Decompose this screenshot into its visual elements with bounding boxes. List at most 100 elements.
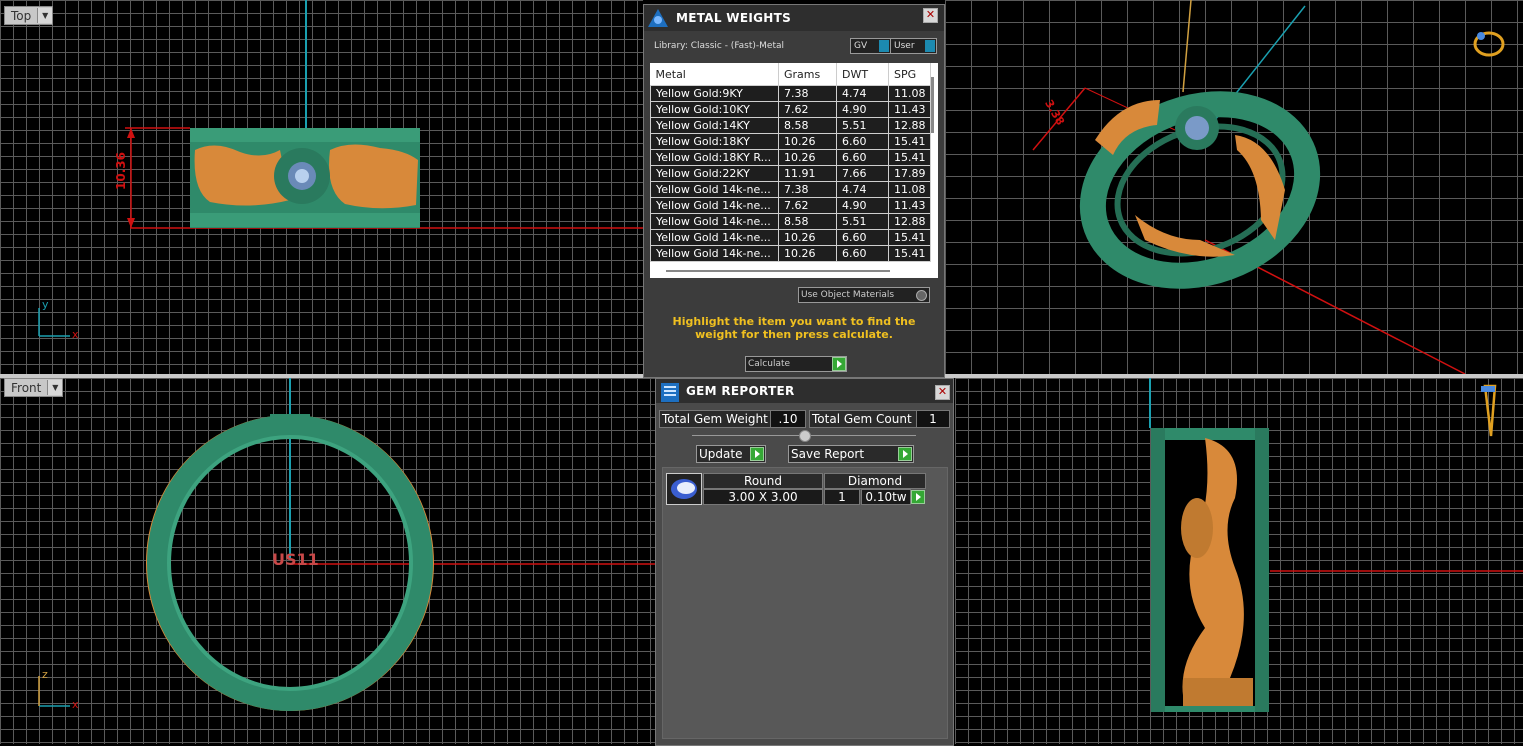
table-row[interactable]: Yellow Gold:22KY 11.91 7.66 17.89 xyxy=(650,165,931,182)
panel-title: GEM REPORTER xyxy=(686,384,795,398)
gem-type: Diamond xyxy=(824,473,926,489)
table-row[interactable]: Yellow Gold 14k-ne... 8.58 5.51 12.88 xyxy=(650,213,931,230)
gem-list-item[interactable]: Round Diamond 3.00 X 3.00 1 0.10tw xyxy=(666,472,926,506)
table-cell: 7.38 xyxy=(778,181,837,198)
total-gem-weight-value: .10 xyxy=(770,410,806,428)
table-cell: 10.26 xyxy=(778,229,837,246)
table-cell: 11.91 xyxy=(778,165,837,182)
axis-x-label: x xyxy=(72,328,79,341)
table-cell: 4.74 xyxy=(836,85,889,102)
use-object-materials-label: Use Object Materials xyxy=(801,290,895,300)
horizontal-scrollbar[interactable] xyxy=(666,270,890,272)
table-row[interactable]: Yellow Gold:14KY 8.58 5.51 12.88 xyxy=(650,117,931,134)
gv-toggle-label: GV xyxy=(854,41,868,51)
table-row[interactable]: Yellow Gold:18KY 10.26 6.60 15.41 xyxy=(650,133,931,150)
table-cell: 11.43 xyxy=(888,101,931,118)
table-cell: Yellow Gold 14k-ne... xyxy=(650,197,779,214)
play-icon[interactable] xyxy=(911,490,925,504)
close-icon[interactable]: ✕ xyxy=(935,385,950,400)
table-cell: Yellow Gold 14k-ne... xyxy=(650,181,779,198)
gem-reporter-titlebar[interactable]: GEM REPORTER ✕ xyxy=(656,379,953,403)
toggle-icon xyxy=(879,40,889,52)
table-cell: 15.41 xyxy=(888,149,931,166)
table-cell: Yellow Gold 14k-ne... xyxy=(650,229,779,246)
table-cell: 10.26 xyxy=(778,133,837,150)
perspective-viewport[interactable]: 3.38 xyxy=(945,0,1523,374)
gem-reporter-app-icon xyxy=(661,383,679,402)
front-viewport[interactable]: US11 x z Front ▼ xyxy=(0,378,655,744)
chevron-down-icon[interactable]: ▼ xyxy=(47,380,63,395)
table-cell: 6.60 xyxy=(836,229,889,246)
table-cell: 12.88 xyxy=(888,213,931,230)
perspective-scene xyxy=(1032,0,1505,374)
table-cell: Yellow Gold:10KY xyxy=(650,101,779,118)
metal-weights-titlebar[interactable]: METAL WEIGHTS ✕ xyxy=(644,5,944,31)
table-cell: 15.41 xyxy=(888,245,931,262)
metal-table: Metal Grams DWT SPG Yellow Gold:9KY 7.38 4.74… xyxy=(650,63,931,262)
top-view-scene xyxy=(38,0,643,337)
table-cell: 15.41 xyxy=(888,133,931,150)
table-cell: 7.62 xyxy=(778,197,837,214)
splitter-handle-icon[interactable] xyxy=(799,430,811,442)
table-cell: Yellow Gold 14k-ne... xyxy=(650,245,779,262)
table-row[interactable]: Yellow Gold:10KY 7.62 4.90 11.43 xyxy=(650,101,931,118)
library-label: Library: Classic - (Fast)-Metal xyxy=(654,41,785,51)
calculate-button[interactable]: Calculate xyxy=(745,356,847,372)
chevron-down-icon[interactable]: ▼ xyxy=(37,8,53,23)
table-cell: 6.60 xyxy=(836,245,889,262)
gem-weight: 0.10tw xyxy=(861,489,911,505)
update-button[interactable]: Update xyxy=(696,445,766,463)
save-report-button[interactable]: Save Report xyxy=(788,445,914,463)
table-cell: 8.58 xyxy=(778,213,837,230)
gv-toggle[interactable]: GV xyxy=(850,38,891,54)
table-cell: 11.43 xyxy=(888,197,931,214)
table-row[interactable]: Yellow Gold 14k-ne... 7.62 4.90 11.43 xyxy=(650,197,931,214)
table-cell: 6.60 xyxy=(836,133,889,150)
table-cell: 7.62 xyxy=(778,101,837,118)
vertical-scrollbar[interactable] xyxy=(931,77,934,133)
table-cell: 11.08 xyxy=(888,181,931,198)
dimension-label: 10.36 xyxy=(114,152,128,190)
table-row[interactable]: Yellow Gold 14k-ne... 10.26 6.60 15.41 xyxy=(650,229,931,246)
play-icon xyxy=(898,447,912,461)
gem-reporter-panel: GEM REPORTER ✕ Total Gem Weight .10 Tota… xyxy=(655,378,954,746)
axis-y-label: y xyxy=(42,298,49,311)
toggle-icon xyxy=(925,40,935,52)
viewport-menu-front[interactable]: Front ▼ xyxy=(4,378,64,397)
viewport-menu-top[interactable]: Top ▼ xyxy=(4,6,54,25)
diamond-gem-icon xyxy=(666,473,702,505)
table-cell: 5.51 xyxy=(836,213,889,230)
column-header[interactable]: Grams xyxy=(778,63,837,86)
table-cell: Yellow Gold:22KY xyxy=(650,165,779,182)
column-header[interactable]: SPG xyxy=(888,63,931,86)
use-object-materials-button[interactable]: Use Object Materials xyxy=(798,287,930,303)
column-header[interactable]: DWT xyxy=(836,63,889,86)
table-row[interactable]: Yellow Gold:9KY 7.38 4.74 11.08 xyxy=(650,85,931,102)
table-cell: 15.41 xyxy=(888,229,931,246)
axis-x-label: x xyxy=(72,698,79,711)
table-row[interactable]: Yellow Gold 14k-ne... 10.26 6.60 15.41 xyxy=(650,245,931,262)
table-cell: 5.51 xyxy=(836,117,889,134)
gem-shape: Round xyxy=(703,473,823,489)
side-view-scene xyxy=(1149,378,1523,712)
table-cell: Yellow Gold 14k-ne... xyxy=(650,213,779,230)
viewport-label: Top xyxy=(11,8,32,23)
column-header[interactable]: Metal xyxy=(650,63,779,86)
metal-table-container[interactable]: Metal Grams DWT SPG Yellow Gold:9KY 7.38 4.74… xyxy=(650,63,938,278)
axis-z-label: z xyxy=(42,668,48,681)
table-cell: 6.60 xyxy=(836,149,889,166)
user-toggle[interactable]: User xyxy=(890,38,937,54)
table-row[interactable]: Yellow Gold:18KY R... 10.26 6.60 15.41 xyxy=(650,149,931,166)
side-viewport[interactable] xyxy=(955,378,1523,744)
close-icon[interactable]: ✕ xyxy=(923,8,938,23)
table-row[interactable]: Yellow Gold 14k-ne... 7.38 4.74 11.08 xyxy=(650,181,931,198)
table-cell: 10.26 xyxy=(778,149,837,166)
table-cell: 17.89 xyxy=(888,165,931,182)
top-viewport[interactable]: 10.36 x y Top ▼ xyxy=(0,0,643,374)
play-icon xyxy=(750,447,764,461)
viewport-label: Front xyxy=(11,380,42,395)
table-cell: 11.08 xyxy=(888,85,931,102)
user-toggle-label: User xyxy=(894,41,915,51)
table-cell: 12.88 xyxy=(888,117,931,134)
calculate-hint: Highlight the item you want to find the … xyxy=(672,315,916,341)
